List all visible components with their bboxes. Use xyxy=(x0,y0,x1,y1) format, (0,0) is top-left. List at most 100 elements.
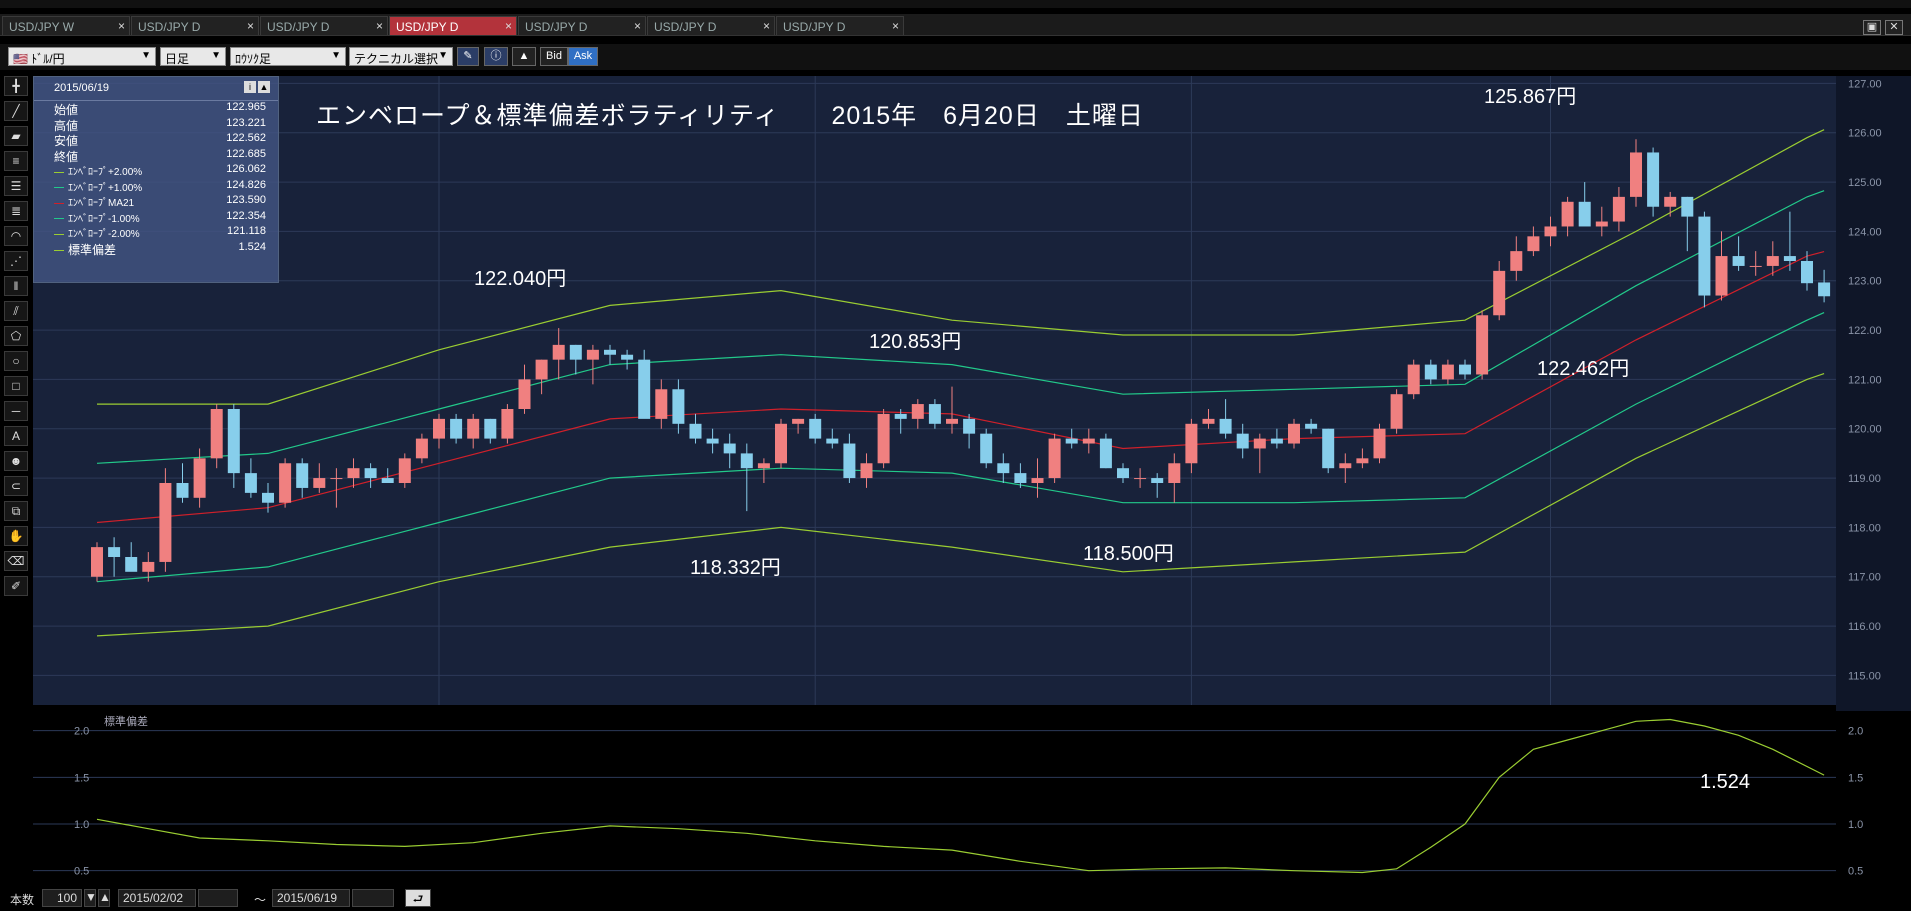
candle-body xyxy=(655,389,668,419)
candle-body xyxy=(1356,458,1369,464)
candle-body xyxy=(946,418,958,424)
y-tick-label: 123.00 xyxy=(1848,276,1882,288)
candle-body xyxy=(928,404,941,424)
candle-body xyxy=(638,359,651,419)
candle-body xyxy=(1082,438,1095,444)
candle-body xyxy=(809,418,822,439)
y-tick-label: 122.00 xyxy=(1848,325,1882,337)
candle-body xyxy=(1424,364,1437,380)
candle-body xyxy=(1065,438,1078,444)
candle-body xyxy=(1168,463,1181,483)
chart-title: エンベロープ＆標準偏差ボラティリティ 2015年 6月20日 土曜日 xyxy=(316,102,1144,130)
return-icon[interactable]: ⮐ xyxy=(405,889,431,907)
candle-body xyxy=(1031,478,1044,483)
candle-body xyxy=(1236,433,1249,449)
candle-body xyxy=(1801,261,1813,284)
candle-body xyxy=(1151,478,1164,483)
time-from-input[interactable] xyxy=(198,889,238,907)
ohlc-close: 終値 122.685 xyxy=(54,147,266,164)
candle-body xyxy=(398,458,411,483)
annotation-high-0310: 122.040円 xyxy=(474,268,567,290)
date-to-input[interactable]: 2015/06/19 xyxy=(272,889,350,907)
candle-body xyxy=(997,463,1010,474)
candle-body xyxy=(843,443,856,479)
stddev-label: 標準偏差 xyxy=(104,714,148,728)
annotation-high-0605: 125.867円 xyxy=(1484,86,1577,108)
y-tick-label: 126.00 xyxy=(1848,128,1882,140)
candle-body xyxy=(723,443,736,454)
stddev-y-tick-right: 2.0 xyxy=(1848,726,1863,738)
y-tick-label: 127.00 xyxy=(1848,78,1882,90)
candle-body xyxy=(1288,423,1300,444)
time-to-input[interactable] xyxy=(352,889,394,907)
candle-body xyxy=(1493,270,1506,316)
candle-body xyxy=(347,468,360,479)
count-input[interactable]: 100 xyxy=(42,889,82,907)
candle-body xyxy=(381,478,394,483)
y-tick-label: 118.00 xyxy=(1848,522,1881,534)
candle-body xyxy=(1510,251,1523,271)
date-from-input[interactable]: 2015/02/02 xyxy=(118,889,196,907)
candle-body xyxy=(1322,428,1335,469)
candle-body xyxy=(91,547,103,577)
candle-body xyxy=(415,438,428,459)
candle-body xyxy=(672,389,685,424)
status-bar: 本数 100 ▼ ▲ 2015/02/02 ～ 2015/06/19 ⮐ xyxy=(0,885,1911,911)
candle-body xyxy=(911,404,924,419)
candle-body xyxy=(1048,438,1061,479)
candle-body xyxy=(1732,256,1745,266)
count-down-icon[interactable]: ▼ xyxy=(84,889,97,907)
candle-body xyxy=(1305,423,1318,429)
candle-body xyxy=(1099,438,1112,469)
candle-body xyxy=(262,492,274,503)
candle-body xyxy=(313,478,326,488)
candle-body xyxy=(1117,468,1129,479)
candle-body xyxy=(108,547,121,557)
candle-body xyxy=(1339,463,1352,469)
candle-body xyxy=(450,418,463,439)
stddev-y-tick-right: 1.5 xyxy=(1848,772,1863,784)
info-icon[interactable]: i xyxy=(244,81,256,93)
collapse-icon[interactable]: ▲ xyxy=(258,81,270,93)
indicator-env-p1: ｴﾝﾍﾞﾛｰﾌﾟ+1.00% 124.826 xyxy=(34,179,278,195)
candle-body xyxy=(1698,216,1711,296)
count-up-icon[interactable]: ▲ xyxy=(98,889,111,907)
candle-body xyxy=(501,409,514,439)
candle-body xyxy=(1185,423,1198,464)
candle-body xyxy=(193,458,206,498)
candle-body xyxy=(1219,418,1232,434)
candle-body xyxy=(1664,196,1677,207)
stddev-y-tick-left: 0.5 xyxy=(74,866,89,878)
candle-body xyxy=(1270,438,1283,444)
indicator-env-m1: ｴﾝﾍﾞﾛｰﾌﾟ-1.00% 122.354 xyxy=(34,210,278,226)
candle-body xyxy=(1476,315,1489,375)
indicator-stddev: 標準偏差 1.524 xyxy=(34,241,278,257)
price-plot-bg xyxy=(33,76,1836,705)
candle-body xyxy=(1681,196,1694,217)
candle-body xyxy=(1544,226,1557,237)
y-tick-label: 120.00 xyxy=(1848,424,1882,436)
candle-body xyxy=(740,453,753,469)
candle-body xyxy=(792,418,805,424)
candle-body xyxy=(518,379,531,409)
annotation-stddev-last: 1.524 xyxy=(1700,771,1751,793)
candle-body xyxy=(142,561,155,572)
candle-body xyxy=(1578,201,1591,227)
stddev-y-tick-right: 0.5 xyxy=(1848,866,1863,878)
candle-body xyxy=(621,354,634,360)
annotation-low-0430: 118.500円 xyxy=(1083,543,1174,565)
ohlc-open: 始値 122.965 xyxy=(54,101,266,117)
indicator-env-m2: ｴﾝﾍﾞﾛｰﾌﾟ-2.00% 121.118 xyxy=(34,225,278,241)
candle-body xyxy=(1715,256,1728,296)
date-separator: ～ xyxy=(254,893,267,907)
candle-body xyxy=(757,463,770,469)
candle-body xyxy=(1647,152,1660,207)
candle-body xyxy=(1441,364,1454,380)
annotation-low-0610: 122.462円 xyxy=(1537,358,1630,380)
stddev-y-tick-left: 1.5 xyxy=(74,772,89,784)
candle-body xyxy=(604,349,616,355)
ohlc-high: 高値 123.221 xyxy=(54,116,266,133)
candle-body xyxy=(535,359,548,380)
y-tick-label: 119.00 xyxy=(1848,473,1881,485)
candle-body xyxy=(1612,196,1625,222)
